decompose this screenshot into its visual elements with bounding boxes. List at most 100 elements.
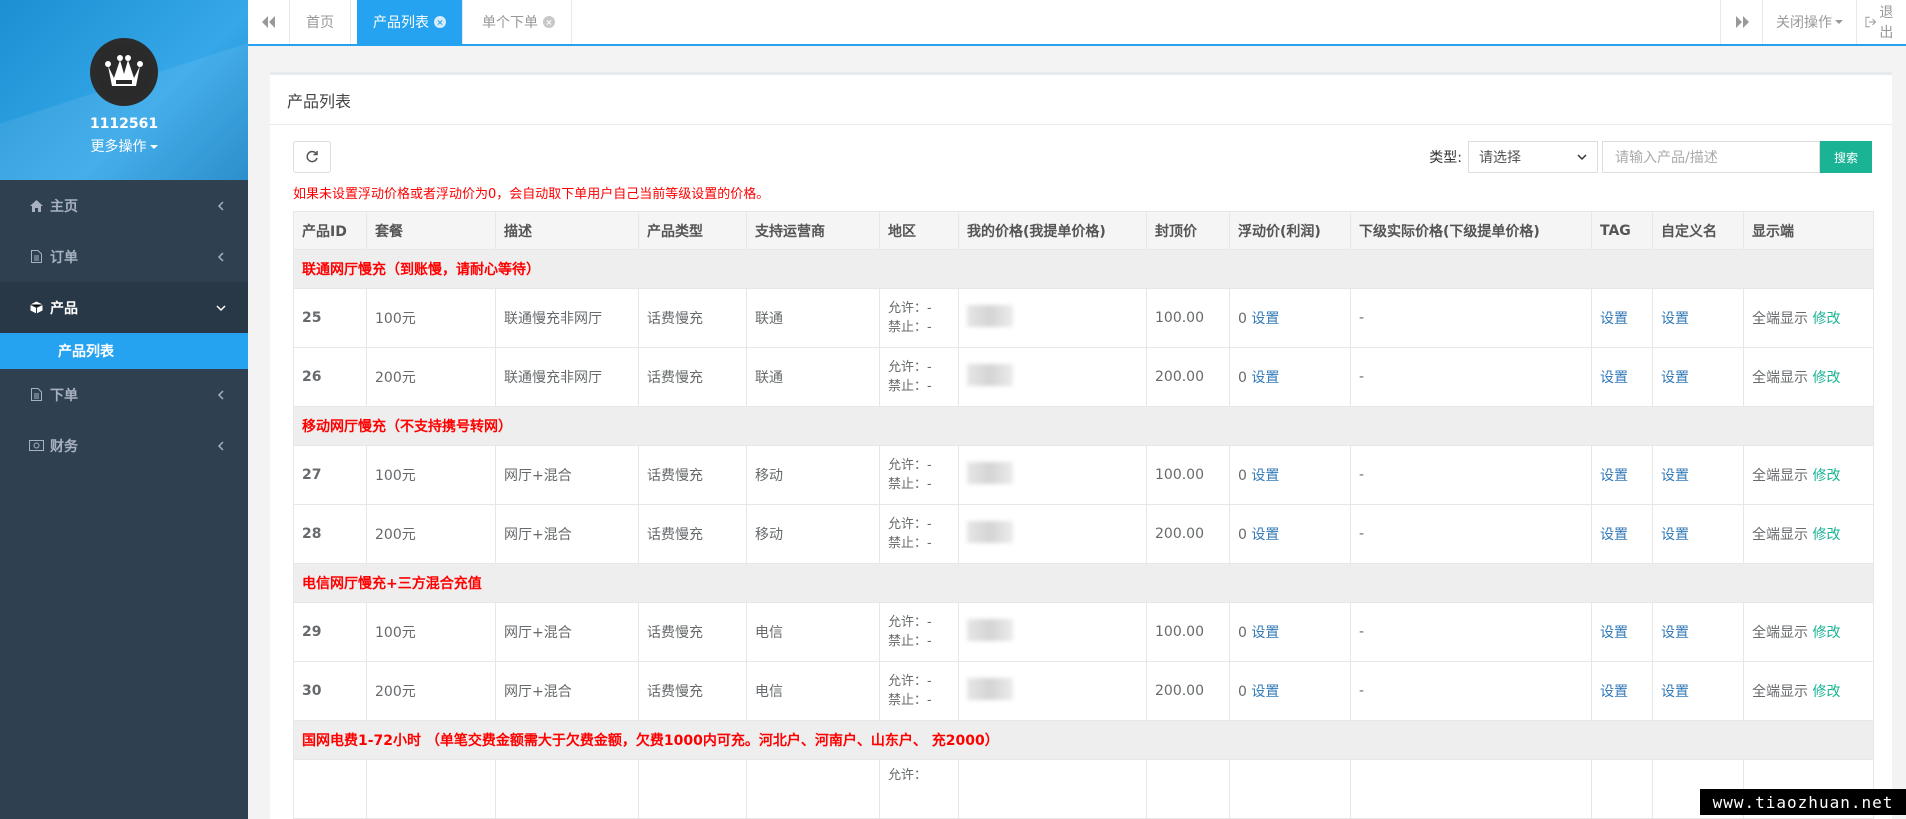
refresh-button[interactable]	[293, 141, 331, 173]
region: 允许：- 禁止：-	[879, 661, 959, 721]
column-header[interactable]: 封顶价	[1146, 211, 1230, 250]
sidebar-item-orders[interactable]: 订单	[0, 231, 248, 282]
chevron-left-icon	[217, 200, 224, 211]
column-header[interactable]: TAG	[1591, 211, 1653, 250]
product-type: 话费慢充	[638, 661, 747, 721]
column-header[interactable]: 下级实际价格(下级提单价格)	[1350, 211, 1592, 250]
display-text: 全端显示	[1752, 370, 1808, 386]
chevron-left-icon	[217, 251, 224, 262]
set-float-link[interactable]: 设置	[1251, 370, 1279, 386]
product-id: 28	[293, 504, 367, 564]
product-id: 27	[293, 445, 367, 505]
chevron-left-icon	[217, 440, 224, 451]
double-chevron-right-icon	[1735, 16, 1749, 28]
sidebar-item-place-order[interactable]: 下单	[0, 369, 248, 420]
set-custom-name-link[interactable]: 设置	[1661, 684, 1689, 700]
set-tag-link[interactable]: 设置	[1600, 311, 1628, 327]
column-header[interactable]: 描述	[495, 211, 639, 250]
column-header[interactable]: 显示端	[1743, 211, 1874, 250]
column-header[interactable]: 套餐	[366, 211, 496, 250]
search-input[interactable]: 请输入产品/描述	[1602, 141, 1820, 173]
carrier: 电信	[746, 661, 880, 721]
modify-display-link[interactable]: 修改	[1812, 311, 1840, 327]
blurred-price	[967, 364, 1013, 386]
close-icon[interactable]	[434, 16, 446, 28]
product-id: 29	[293, 602, 367, 662]
search-button[interactable]: 搜索	[1820, 141, 1872, 173]
region-deny: 禁止：-	[888, 477, 932, 492]
modify-display-link[interactable]: 修改	[1812, 468, 1840, 484]
set-custom-name-link[interactable]: 设置	[1661, 370, 1689, 386]
tag-cell: 设置	[1591, 661, 1653, 721]
float-price: 0 设置	[1229, 445, 1351, 505]
cap-price: 200.00	[1146, 347, 1230, 407]
set-float-link[interactable]: 设置	[1251, 311, 1279, 327]
group-row: 电信网厅慢充+三方混合充值	[293, 563, 1874, 603]
modify-display-link[interactable]: 修改	[1812, 370, 1840, 386]
set-tag-link[interactable]: 设置	[1600, 625, 1628, 641]
float-value: 0	[1238, 468, 1247, 484]
column-header[interactable]: 自定义名	[1652, 211, 1744, 250]
description: 网厅+混合	[495, 445, 639, 505]
tab-scroll-left-button[interactable]	[248, 0, 290, 44]
set-float-link[interactable]: 设置	[1251, 625, 1279, 641]
column-header[interactable]: 产品类型	[638, 211, 747, 250]
tab-single-order[interactable]: 单个下单	[466, 0, 572, 44]
tab-product-list[interactable]: 产品列表	[357, 0, 463, 44]
package: 200元	[366, 504, 496, 564]
close-icon[interactable]	[543, 16, 555, 28]
more-ops-dropdown[interactable]: 更多操作	[0, 136, 248, 156]
set-tag-link[interactable]: 设置	[1600, 370, 1628, 386]
column-header[interactable]: 支持运营商	[746, 211, 880, 250]
close-ops-dropdown[interactable]: 关闭操作	[1762, 0, 1856, 44]
sidebar-item-products[interactable]: 产品	[0, 282, 248, 333]
chevron-down-icon	[1577, 154, 1587, 161]
sidebar-subitem-product-list[interactable]: 产品列表	[0, 333, 248, 369]
package: 100元	[366, 445, 496, 505]
sidebar-item-finance[interactable]: 财务	[0, 420, 248, 471]
table-row: 29 100元 网厅+混合 话费慢充 电信 允许：- 禁止：- 100.00 0 …	[293, 602, 1874, 662]
float-value: 0	[1238, 684, 1247, 700]
display-text: 全端显示	[1752, 311, 1808, 327]
modify-display-link[interactable]: 修改	[1812, 684, 1840, 700]
set-custom-name-link[interactable]: 设置	[1661, 311, 1689, 327]
avatar[interactable]	[90, 38, 158, 106]
tab-home[interactable]: 首页	[290, 0, 351, 44]
set-custom-name-link[interactable]: 设置	[1661, 468, 1689, 484]
set-float-link[interactable]: 设置	[1251, 527, 1279, 543]
column-header[interactable]: 浮动价(利润)	[1229, 211, 1351, 250]
table-body: 联通网厅慢充（到账慢，请耐心等待） 25 100元 联通慢充非网厅 话费慢充 联…	[293, 249, 1874, 819]
float-value: 0	[1238, 527, 1247, 543]
tab-scroll-right-button[interactable]	[1720, 0, 1762, 44]
set-tag-link[interactable]: 设置	[1600, 527, 1628, 543]
lower-price: -	[1350, 445, 1592, 505]
carrier: 移动	[746, 445, 880, 505]
column-header[interactable]: 产品ID	[293, 211, 367, 250]
set-float-link[interactable]: 设置	[1251, 468, 1279, 484]
package: 200元	[366, 661, 496, 721]
tag-cell: 设置	[1591, 602, 1653, 662]
column-header[interactable]: 地区	[879, 211, 959, 250]
set-custom-name-link[interactable]: 设置	[1661, 527, 1689, 543]
set-tag-link[interactable]: 设置	[1600, 468, 1628, 484]
sidebar-item-home[interactable]: 主页	[0, 180, 248, 231]
product-type: 话费慢充	[638, 347, 747, 407]
type-select[interactable]: 请选择	[1468, 141, 1598, 173]
carrier: 联通	[746, 288, 880, 348]
region-deny: 禁止：-	[888, 320, 932, 335]
close-ops-label: 关闭操作	[1776, 15, 1832, 31]
file-icon	[28, 249, 44, 265]
modify-display-link[interactable]: 修改	[1812, 527, 1840, 543]
float-value: 0	[1238, 625, 1247, 641]
display-text: 全端显示	[1752, 625, 1808, 641]
product-type: 话费慢充	[638, 602, 747, 662]
set-float-link[interactable]: 设置	[1251, 684, 1279, 700]
logout-button[interactable]: 退出	[1856, 0, 1906, 44]
set-custom-name-link[interactable]: 设置	[1661, 625, 1689, 641]
column-header[interactable]: 我的价格(我提单价格)	[958, 211, 1147, 250]
display-cell: 全端显示 修改	[1743, 602, 1874, 662]
set-tag-link[interactable]: 设置	[1600, 684, 1628, 700]
region: 允许：	[879, 759, 959, 819]
cap-price: 100.00	[1146, 445, 1230, 505]
modify-display-link[interactable]: 修改	[1812, 625, 1840, 641]
